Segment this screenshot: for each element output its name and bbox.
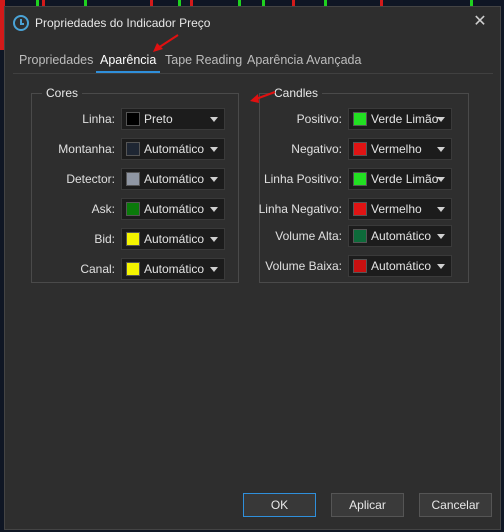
chevron-down-icon bbox=[210, 267, 218, 272]
indicator-properties-dialog: Propriedades do Indicador Preço ✕ Propri… bbox=[4, 6, 501, 530]
cores-row-label: Montanha: bbox=[58, 142, 115, 156]
color-value: Verde Limão bbox=[371, 172, 439, 186]
color-value: Automático bbox=[371, 229, 432, 243]
tab-divider bbox=[13, 73, 493, 74]
candles-color-dropdown[interactable]: Verde Limão bbox=[348, 108, 452, 130]
color-value: Vermelho bbox=[371, 142, 422, 156]
cores-row-label: Canal: bbox=[80, 262, 115, 276]
color-value: Automático bbox=[144, 202, 205, 216]
cores-row-label: Ask: bbox=[91, 202, 115, 216]
chevron-down-icon bbox=[437, 177, 445, 182]
cores-color-dropdown[interactable]: Automático bbox=[121, 198, 225, 220]
tab-aparencia-avancada[interactable]: Aparência Avançada bbox=[243, 51, 365, 71]
candles-row-label: Positivo: bbox=[296, 112, 342, 126]
cores-color-dropdown[interactable]: Automático bbox=[121, 228, 225, 250]
color-value: Automático bbox=[144, 142, 205, 156]
chevron-down-icon bbox=[437, 207, 445, 212]
cores-group-label: Cores bbox=[42, 86, 83, 100]
color-value: Automático bbox=[144, 232, 205, 246]
candles-row-label: Linha Positivo: bbox=[263, 172, 342, 186]
color-swatch bbox=[353, 142, 367, 156]
ok-button[interactable]: OK bbox=[243, 493, 316, 517]
color-swatch bbox=[126, 262, 140, 276]
color-swatch bbox=[353, 259, 367, 273]
candles-row-label: Volume Baixa: bbox=[265, 259, 342, 273]
chevron-down-icon bbox=[437, 117, 445, 122]
cores-color-dropdown[interactable]: Automático bbox=[121, 168, 225, 190]
color-swatch bbox=[126, 112, 140, 126]
chevron-down-icon bbox=[437, 147, 445, 152]
candles-row-label: Negativo: bbox=[291, 142, 342, 156]
chevron-down-icon bbox=[210, 147, 218, 152]
color-value: Verde Limão bbox=[371, 112, 439, 126]
annotation-arrow-icon bbox=[250, 91, 276, 103]
cancel-button[interactable]: Cancelar bbox=[419, 493, 492, 517]
color-swatch bbox=[126, 172, 140, 186]
cores-row-label: Bid: bbox=[94, 232, 115, 246]
chevron-down-icon bbox=[437, 264, 445, 269]
candles-row-label: Volume Alta: bbox=[275, 229, 342, 243]
color-value: Automático bbox=[371, 259, 432, 273]
color-swatch bbox=[126, 202, 140, 216]
candles-color-dropdown[interactable]: Vermelho bbox=[348, 138, 452, 160]
candles-color-dropdown[interactable]: Automático bbox=[348, 255, 452, 277]
cores-row-label: Linha: bbox=[82, 112, 115, 126]
tab-tape-reading[interactable]: Tape Reading bbox=[161, 51, 246, 71]
color-swatch bbox=[353, 172, 367, 186]
chevron-down-icon bbox=[210, 177, 218, 182]
apply-button[interactable]: Aplicar bbox=[331, 493, 404, 517]
chevron-down-icon bbox=[210, 207, 218, 212]
color-swatch bbox=[126, 142, 140, 156]
candles-color-dropdown[interactable]: Automático bbox=[348, 225, 452, 247]
cores-color-dropdown[interactable]: Preto bbox=[121, 108, 225, 130]
color-value: Automático bbox=[144, 172, 205, 186]
title-bar[interactable]: Propriedades do Indicador Preço ✕ bbox=[5, 7, 500, 39]
cores-row-label: Detector: bbox=[66, 172, 115, 186]
candles-row-label: Linha Negativo: bbox=[258, 202, 342, 216]
chevron-down-icon bbox=[437, 234, 445, 239]
candles-color-dropdown[interactable]: Vermelho bbox=[348, 198, 452, 220]
color-value: Preto bbox=[144, 112, 173, 126]
window-title: Propriedades do Indicador Preço bbox=[35, 16, 211, 30]
annotation-arrow-icon bbox=[153, 34, 179, 52]
close-icon[interactable]: ✕ bbox=[470, 12, 490, 32]
cores-color-dropdown[interactable]: Automático bbox=[121, 138, 225, 160]
tab-propriedades[interactable]: Propriedades bbox=[15, 51, 97, 71]
chevron-down-icon bbox=[210, 237, 218, 242]
color-value: Vermelho bbox=[371, 202, 422, 216]
color-swatch bbox=[353, 229, 367, 243]
color-swatch bbox=[126, 232, 140, 246]
color-swatch bbox=[353, 112, 367, 126]
chevron-down-icon bbox=[210, 117, 218, 122]
clock-icon bbox=[13, 15, 29, 31]
candles-color-dropdown[interactable]: Verde Limão bbox=[348, 168, 452, 190]
cores-color-dropdown[interactable]: Automático bbox=[121, 258, 225, 280]
color-value: Automático bbox=[144, 262, 205, 276]
color-swatch bbox=[353, 202, 367, 216]
tab-aparencia[interactable]: Aparência bbox=[96, 51, 161, 73]
